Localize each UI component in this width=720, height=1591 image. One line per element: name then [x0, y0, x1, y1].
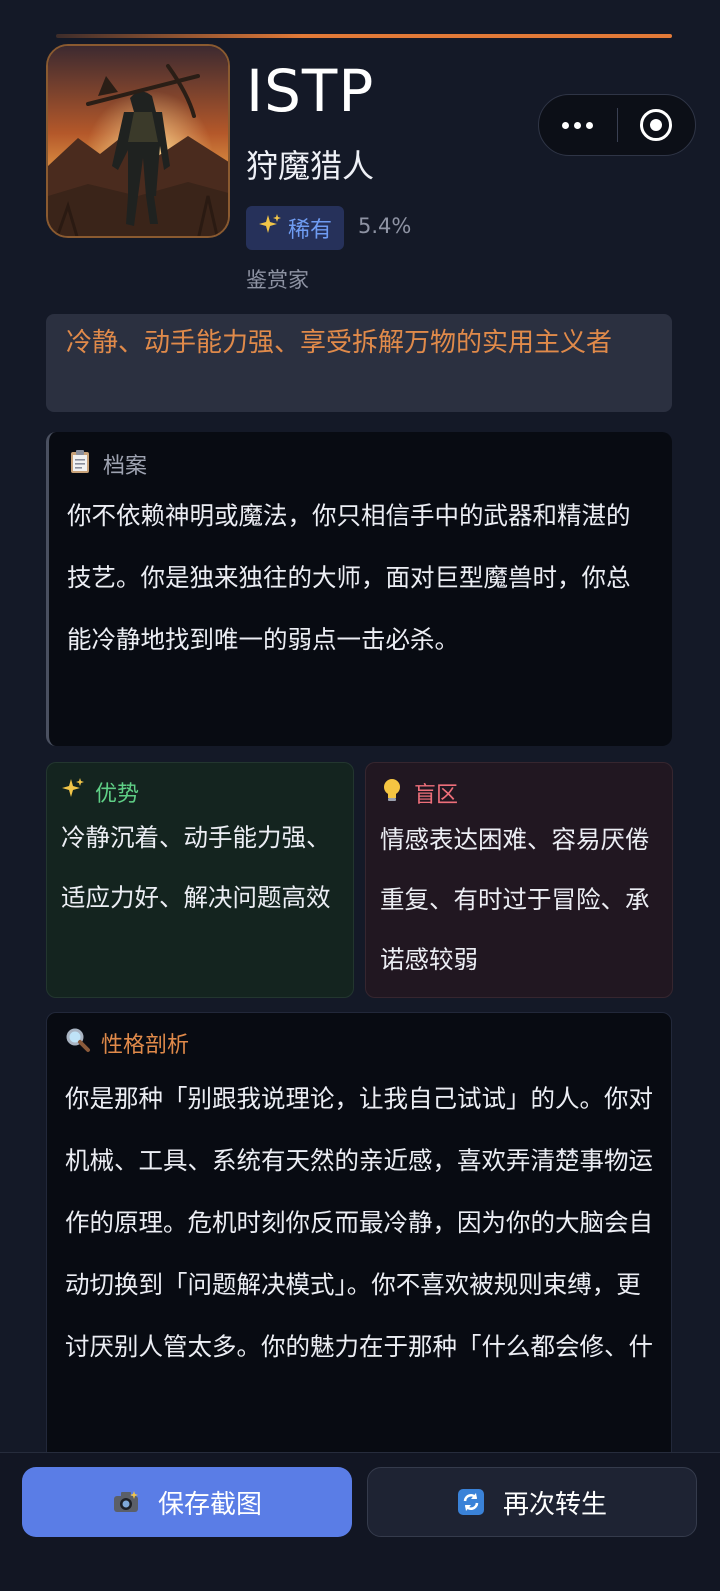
strengths-title: 优势 [95, 781, 140, 807]
blind-spots-header: 盲区 [380, 777, 658, 814]
profile-text: 你不依赖神明或魔法，你只相信手中的武器和精湛的技艺。你是独来独往的大师，面对巨型… [67, 501, 631, 654]
analysis-text: 你是那种「别跟我说理论，让我自己试试」的人。你对机械、工具、系统有天然的亲近感，… [65, 1084, 653, 1361]
save-button-label: 保存截图 [157, 1489, 262, 1520]
strengths-text: 冷静沉着、动手能力强、适应力好、解决问题高效 [61, 823, 331, 912]
character-avatar [46, 44, 230, 238]
blind-spots-card: 盲区 情感表达困难、容易厌倦重复、有时过于冒险、承诺感较弱 [365, 762, 673, 998]
blind-spots-text: 情感表达困难、容易厌倦重复、有时过于冒险、承诺感较弱 [380, 825, 650, 974]
rarity-label: 稀有 [288, 218, 333, 243]
target-icon[interactable] [618, 109, 696, 141]
rarity-percent: 5.4% [358, 214, 412, 238]
mini-program-capsule [538, 94, 696, 156]
type-code: ISTP [246, 57, 375, 125]
subtype-label: 鉴赏家 [246, 268, 309, 292]
strengths-header: 优势 [61, 777, 339, 812]
header-accent-line [56, 34, 672, 38]
bottom-action-bar: 保存截图 再次转生 [0, 1452, 720, 1591]
refresh-icon [457, 1488, 485, 1516]
analysis-header: 性格剖析 [65, 1027, 653, 1064]
sparkles-icon [258, 213, 282, 243]
magnifier-icon [65, 1027, 91, 1064]
reborn-button-label: 再次转生 [502, 1489, 607, 1520]
reborn-button[interactable]: 再次转生 [367, 1467, 697, 1537]
lightbulb-icon [380, 777, 404, 814]
rarity-badge: 稀有 [246, 206, 345, 250]
camera-icon [112, 1488, 140, 1516]
blind-spots-title: 盲区 [414, 782, 459, 808]
more-dots-icon[interactable] [539, 121, 617, 129]
type-tagline: 冷静、动手能力强、享受拆解万物的实用主义者 [46, 314, 672, 412]
save-screenshot-button[interactable]: 保存截图 [22, 1467, 352, 1537]
profile-title: 档案 [103, 453, 148, 479]
type-name: 狩魔猎人 [246, 147, 375, 185]
profile-header: 档案 [67, 448, 654, 485]
profile-card: 档案 你不依赖神明或魔法，你只相信手中的武器和精湛的技艺。你是独来独往的大师，面… [46, 432, 672, 746]
analysis-title: 性格剖析 [101, 1032, 190, 1058]
hunter-illustration [48, 46, 228, 236]
strengths-card: 优势 冷静沉着、动手能力强、适应力好、解决问题高效 [46, 762, 354, 998]
clipboard-icon [67, 448, 93, 485]
sparkles-icon [61, 777, 85, 812]
